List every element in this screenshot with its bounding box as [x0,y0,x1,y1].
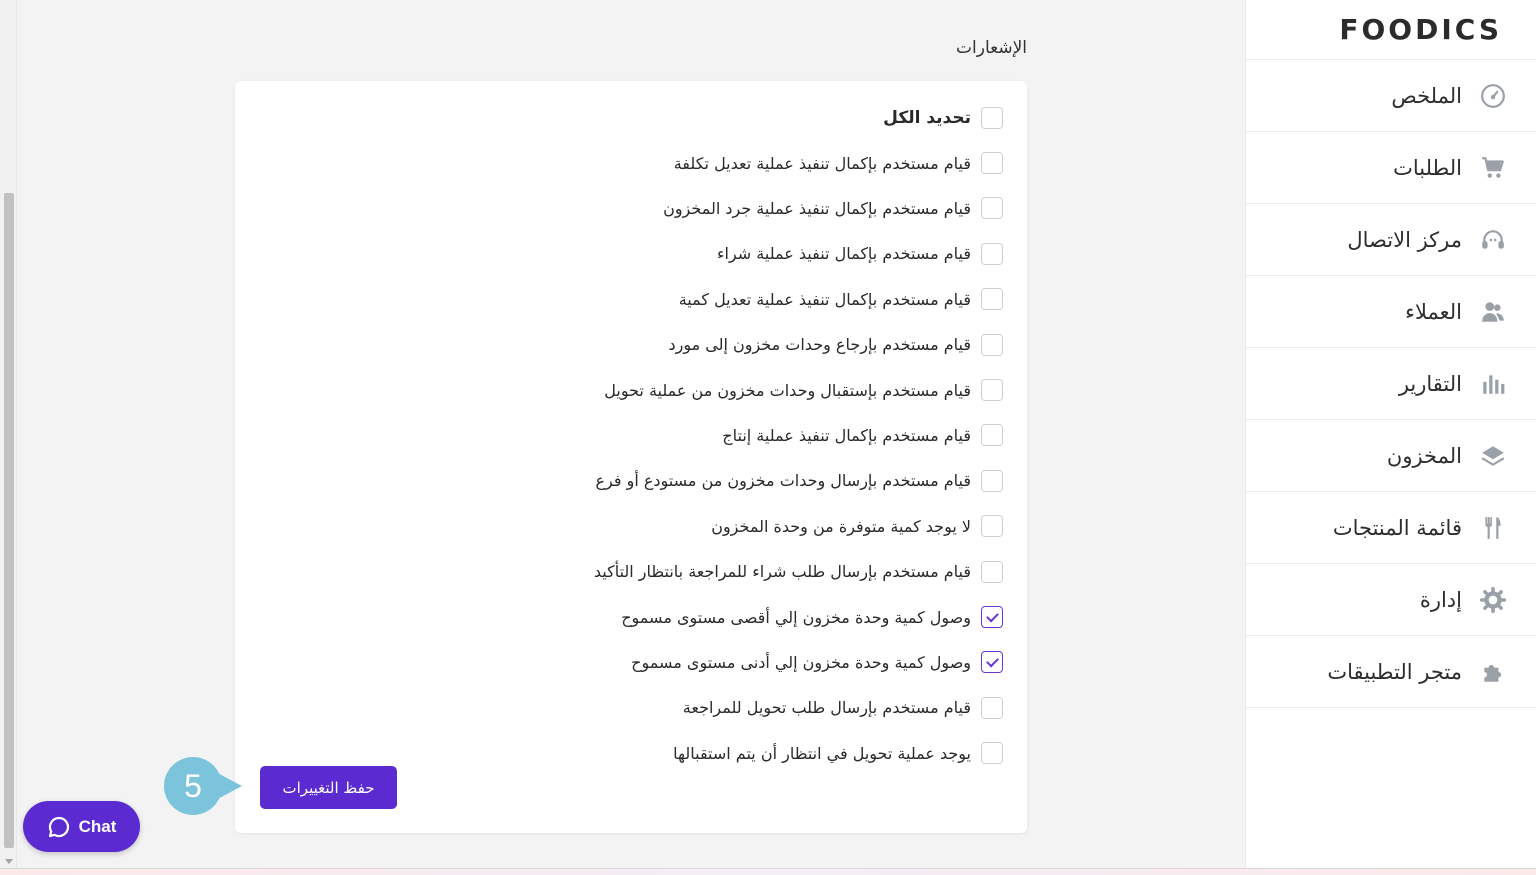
notification-option-label: وصول كمية وحدة مخزون إلي أقصى مستوى مسمو… [621,607,971,627]
notification-option-checkbox[interactable] [981,515,1003,538]
select-all-row[interactable]: تحديد الكل [883,106,1003,130]
sidebar-item-manage[interactable]: إدارة [1246,564,1536,636]
sidebar-item-label: الملخص [1391,83,1462,108]
layers-icon [1478,441,1508,471]
dashboard-gauge-icon [1478,81,1508,111]
notification-option-label: قيام مستخدم بإرجاع وحدات مخزون إلى مورد [668,335,971,355]
step-callout: 5 [164,757,242,815]
gear-icon [1478,585,1508,615]
section-title: الإشعارات [956,38,1027,58]
notification-option-label: قيام مستخدم بإكمال تنفيذ عملية إنتاج [722,425,971,445]
sidebar-item-app-store[interactable]: متجر التطبيقات [1246,636,1536,708]
scrollbar-thumb[interactable] [4,193,14,848]
notification-option-label: قيام مستخدم بإرسال وحدات مخزون من مستودع… [595,471,972,491]
sidebar-item-customers[interactable]: العملاء [1246,276,1536,348]
notification-option-checkbox[interactable] [981,424,1003,447]
logo-row: FOODICS [1246,0,1536,60]
notification-option-checkbox[interactable] [981,606,1003,628]
notification-option-row[interactable]: قيام مستخدم بإستقبال وحدات مخزون من عملي… [604,378,1003,402]
sidebar-item-label: مركز الاتصال [1347,227,1462,252]
sidebar-item-label: التقارير [1398,371,1462,396]
notification-option-row[interactable]: وصول كمية وحدة مخزون إلي أدنى مستوى مسمو… [631,650,1003,674]
sidebar-item-label: متجر التطبيقات [1327,659,1462,684]
sidebar-item-orders[interactable]: الطلبات [1246,132,1536,204]
sidebar-item-call-center[interactable]: مركز الاتصال [1246,204,1536,276]
notification-option-checkbox[interactable] [981,742,1003,765]
sidebar-item-label: المخزون [1386,443,1462,468]
notification-option-row[interactable]: قيام مستخدم بإكمال تنفيذ عملية إنتاج [722,423,1003,447]
notification-option-label: قيام مستخدم بإكمال تنفيذ عملية تعديل تكل… [673,153,971,173]
notification-option-label: وصول كمية وحدة مخزون إلي أدنى مستوى مسمو… [631,652,971,672]
notification-option-row[interactable]: قيام مستخدم بإرسال وحدات مخزون من مستودع… [595,469,1003,493]
sidebar-item-label: إدارة [1419,587,1462,612]
notification-option-label: قيام مستخدم بإرسال طلب شراء للمراجعة بان… [593,562,971,582]
notification-option-checkbox[interactable] [981,379,1003,401]
sidebar-item-dashboard[interactable]: الملخص [1246,60,1536,132]
notification-option-row[interactable]: قيام مستخدم بإرسال طلب تحويل للمراجعة [683,696,1003,720]
sidebar-item-reports[interactable]: التقارير [1246,348,1536,420]
notification-option-row[interactable]: يوجد عملية تحويل في انتظار أن يتم استقبا… [673,741,1003,765]
notification-option-row[interactable]: قيام مستخدم بإكمال تنفيذ عملية تعديل تكل… [674,151,1003,175]
puzzle-icon [1478,657,1508,687]
notification-option-checkbox[interactable] [981,288,1003,311]
notification-option-checkbox[interactable] [981,651,1003,674]
step-number: 5 [184,767,202,804]
bar-chart-icon [1478,369,1508,399]
headset-icon [1478,225,1508,255]
sidebar: FOODICS الملخص الطلبات مركز الاتصال العم… [1245,0,1536,868]
notifications-card: تحديد الكل قيام مستخدم بإكمال تنفيذ عملي… [235,81,1027,833]
notification-option-checkbox[interactable] [981,242,1003,265]
sidebar-item-label: قائمة المنتجات [1332,515,1462,540]
fork-knife-icon [1478,513,1508,543]
bottom-strip [0,868,1536,875]
notification-option-row[interactable]: وصول كمية وحدة مخزون إلي أقصى مستوى مسمو… [621,605,1003,629]
sidebar-item-label: العملاء [1405,299,1462,324]
sidebar-item-label: الطلبات [1393,155,1462,180]
notification-option-label: قيام مستخدم بإكمال تنفيذ عملية تعديل كمي… [678,289,971,309]
notification-option-row[interactable]: قيام مستخدم بإرسال طلب شراء للمراجعة بان… [594,560,1003,584]
notification-option-label: قيام مستخدم بإستقبال وحدات مخزون من عملي… [604,380,971,400]
notification-option-label: يوجد عملية تحويل في انتظار أن يتم استقبا… [673,743,971,763]
scroll-down-arrow-icon[interactable] [5,859,13,864]
notification-option-label: قيام مستخدم بإكمال تنفيذ عملية شراء [717,244,971,264]
notification-option-checkbox[interactable] [981,152,1003,174]
notification-option-checkbox[interactable] [981,560,1003,583]
chat-button[interactable]: Chat [23,801,140,852]
notification-option-checkbox[interactable] [981,696,1003,719]
cart-icon [1478,153,1508,183]
select-all-label: تحديد الكل [883,108,971,128]
sidebar-item-inventory[interactable]: المخزون [1246,420,1536,492]
chat-bubble-icon [48,816,69,837]
page-scrollbar[interactable] [0,0,17,868]
select-all-checkbox[interactable] [981,107,1003,129]
notification-option-row[interactable]: قيام مستخدم بإكمال تنفيذ عملية شراء [717,242,1003,266]
customers-icon [1478,297,1508,327]
notification-option-label: قيام مستخدم بإرسال طلب تحويل للمراجعة [682,698,971,718]
notification-option-label: قيام مستخدم بإكمال تنفيذ عملية جرد المخز… [663,198,971,218]
notification-option-checkbox[interactable] [981,469,1003,492]
notification-option-row[interactable]: قيام مستخدم بإكمال تنفيذ عملية جرد المخز… [663,196,1003,220]
notification-option-row[interactable]: قيام مستخدم بإرجاع وحدات مخزون إلى مورد [668,333,1003,357]
notification-option-row[interactable]: لا يوجد كمية متوفرة من وحدة المخزون [711,514,1003,538]
save-changes-button[interactable]: حفظ التغييرات [260,766,397,809]
notification-option-label: لا يوجد كمية متوفرة من وحدة المخزون [711,516,971,536]
foodics-logo[interactable]: FOODICS [1339,13,1502,46]
chat-label: Chat [78,816,117,836]
sidebar-item-menu[interactable]: قائمة المنتجات [1246,492,1536,564]
notification-option-checkbox[interactable] [981,197,1003,220]
notification-option-row[interactable]: قيام مستخدم بإكمال تنفيذ عملية تعديل كمي… [679,287,1003,311]
notification-option-checkbox[interactable] [981,333,1003,356]
